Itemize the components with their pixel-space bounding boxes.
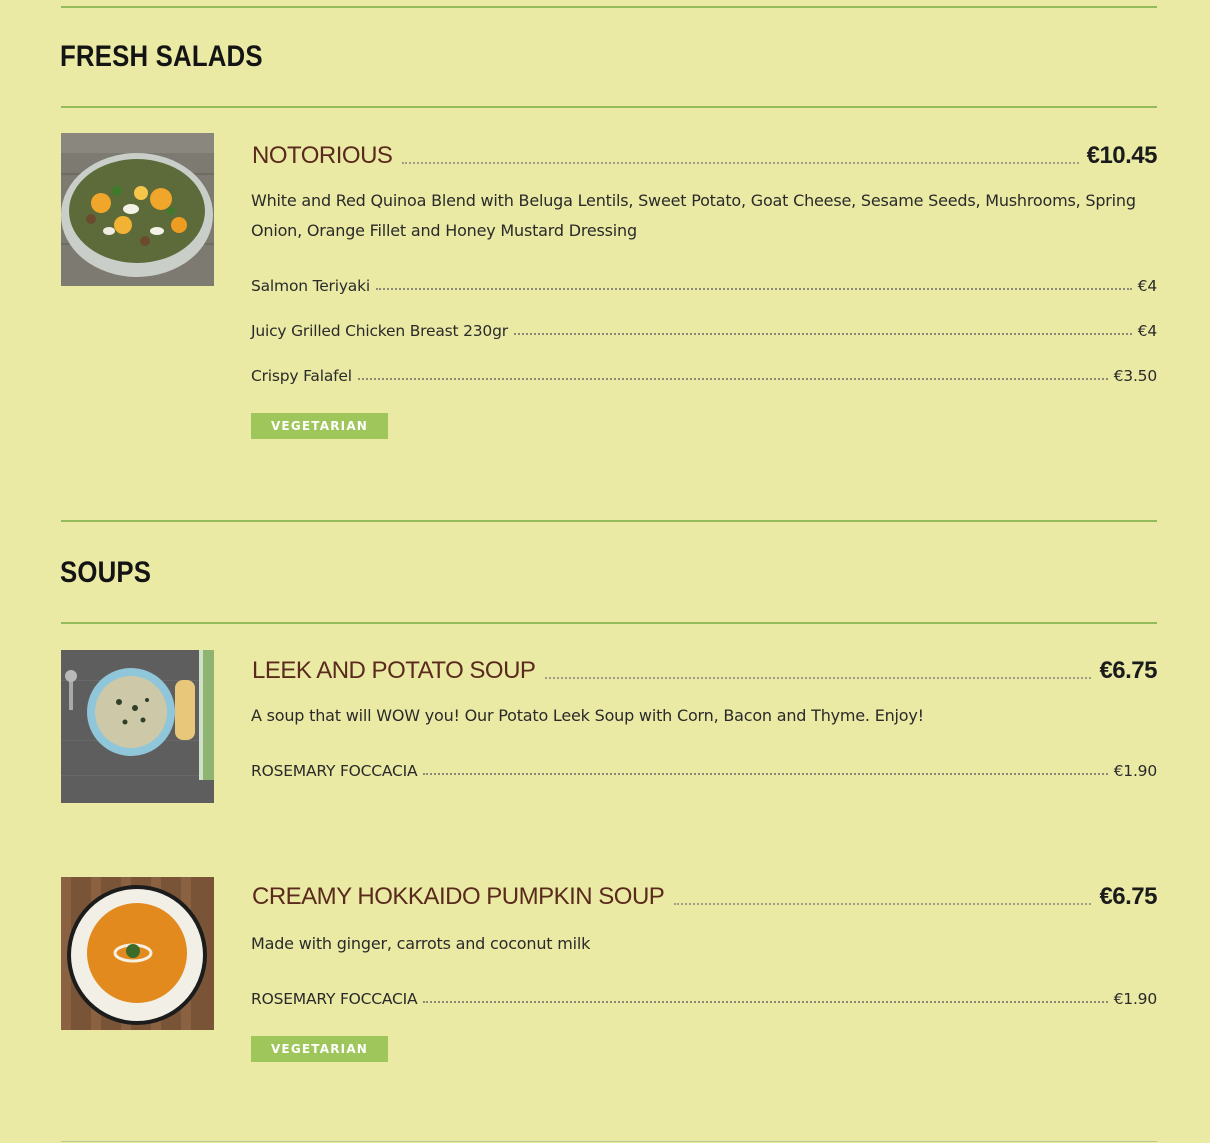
addon-price: €4 xyxy=(1137,277,1158,295)
dotted-leader xyxy=(423,773,1108,775)
addon-name: ROSEMARY FOCCACIA xyxy=(251,762,418,780)
item-price: €6.75 xyxy=(1099,657,1157,684)
addon-price: €1.90 xyxy=(1113,762,1158,780)
section-divider xyxy=(61,622,1157,624)
leek-soup-photo[interactable] xyxy=(61,650,214,803)
addon-row[interactable]: Salmon Teriyaki €4 xyxy=(251,271,1157,295)
menu-item-creamy-hokkaido-pumpkin-soup[interactable]: CREAMY HOKKAIDO PUMPKIN SOUP €6.75 xyxy=(252,877,1157,911)
menu-item-notorious[interactable]: NOTORIOUS €10.45 xyxy=(252,136,1158,170)
addon-price: €1.90 xyxy=(1113,990,1158,1008)
salad-bowl-image xyxy=(61,133,214,286)
leek-soup-image xyxy=(61,650,214,803)
addon-row[interactable]: ROSEMARY FOCCACIA €1.90 xyxy=(251,756,1157,780)
item-price: €10.45 xyxy=(1086,142,1158,169)
item-description: White and Red Quinoa Blend with Beluga L… xyxy=(251,191,1136,240)
addon-price: €3.50 xyxy=(1113,367,1158,385)
item-description: Made with ginger, carrots and coconut mi… xyxy=(251,934,591,953)
addon-name: Salmon Teriyaki xyxy=(251,277,370,295)
pumpkin-soup-image xyxy=(61,877,214,1030)
section-title-fresh-salads: FRESH SALADS xyxy=(60,40,263,73)
addon-price: €4 xyxy=(1137,322,1158,340)
vegetarian-badge: VEGETARIAN xyxy=(251,413,388,439)
addon-row[interactable]: ROSEMARY FOCCACIA €1.90 xyxy=(251,984,1157,1008)
top-divider xyxy=(61,6,1157,8)
item-name: LEEK AND POTATO SOUP xyxy=(252,657,536,684)
item-price: €6.75 xyxy=(1099,883,1157,910)
item-name: NOTORIOUS xyxy=(252,142,393,169)
addon-name: Juicy Grilled Chicken Breast 230gr xyxy=(251,322,508,340)
dotted-leader xyxy=(423,1001,1108,1003)
addon-row[interactable]: Crispy Falafel €3.50 xyxy=(251,361,1157,385)
section-divider xyxy=(61,520,1157,522)
dotted-leader xyxy=(513,333,1132,335)
vegetarian-badge: VEGETARIAN xyxy=(251,1036,388,1062)
section-title-soups: SOUPS xyxy=(60,556,152,589)
item-description: A soup that will WOW you! Our Potato Lee… xyxy=(251,706,924,725)
dotted-leader xyxy=(357,378,1108,380)
addon-row[interactable]: Juicy Grilled Chicken Breast 230gr €4 xyxy=(251,316,1157,340)
item-name: CREAMY HOKKAIDO PUMPKIN SOUP xyxy=(252,883,665,910)
dotted-leader xyxy=(375,288,1132,290)
menu-item-leek-and-potato-soup[interactable]: LEEK AND POTATO SOUP €6.75 xyxy=(252,651,1157,685)
menu-page: FRESH SALADS NOTORIOUS €10.45 White and … xyxy=(0,0,1210,1143)
section-divider xyxy=(61,106,1157,108)
salad-bowl-photo[interactable] xyxy=(61,133,214,286)
dotted-leader xyxy=(402,162,1079,164)
bottom-divider xyxy=(61,1141,1157,1142)
dotted-leader xyxy=(545,677,1092,679)
pumpkin-soup-photo[interactable] xyxy=(61,877,214,1030)
dotted-leader xyxy=(674,903,1092,905)
addon-name: Crispy Falafel xyxy=(251,367,352,385)
addon-name: ROSEMARY FOCCACIA xyxy=(251,990,418,1008)
